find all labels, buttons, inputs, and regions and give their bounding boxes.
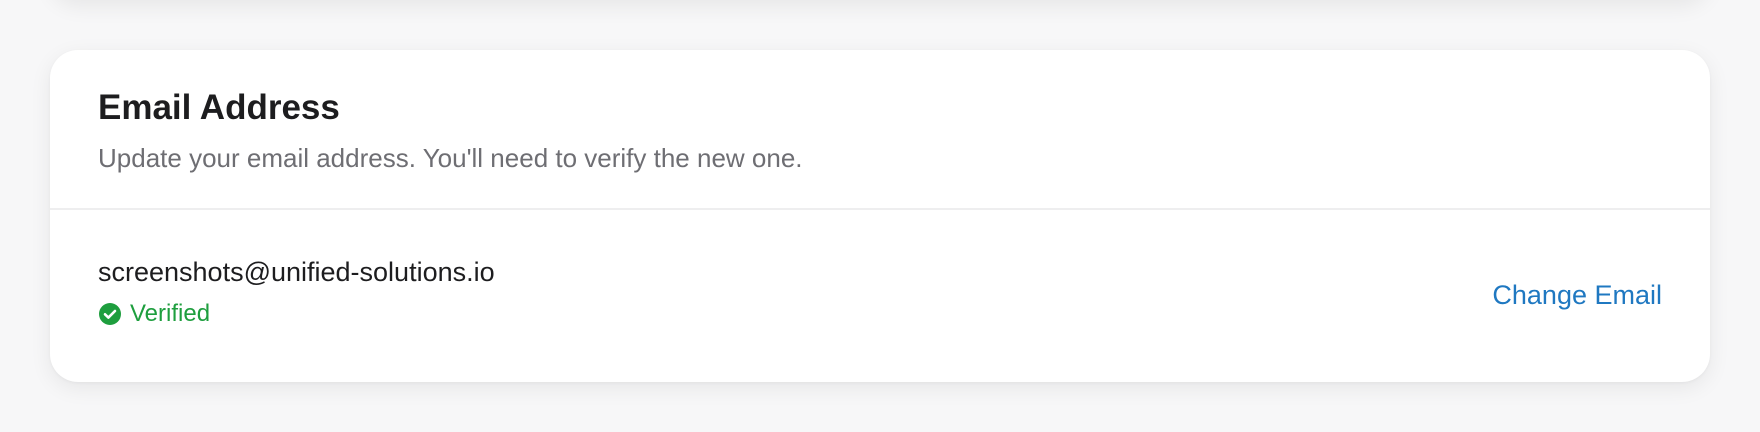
change-email-button[interactable]: Change Email [1492, 280, 1662, 311]
status-label: Verified [130, 300, 211, 327]
card-body: screenshots@unified-solutions.io Verifie… [50, 210, 1710, 380]
email-address-card: Email Address Update your email address.… [50, 50, 1710, 382]
check-circle-icon [98, 302, 122, 326]
current-email-block: screenshots@unified-solutions.io Verifie… [98, 255, 495, 329]
section-title: Email Address [98, 88, 340, 127]
section-subtitle: Update your email address. You'll need t… [98, 143, 803, 173]
current-email: screenshots@unified-solutions.io [98, 257, 495, 287]
status-badge: Verified [98, 299, 495, 329]
card-header: Email Address Update your email address.… [50, 50, 1710, 210]
